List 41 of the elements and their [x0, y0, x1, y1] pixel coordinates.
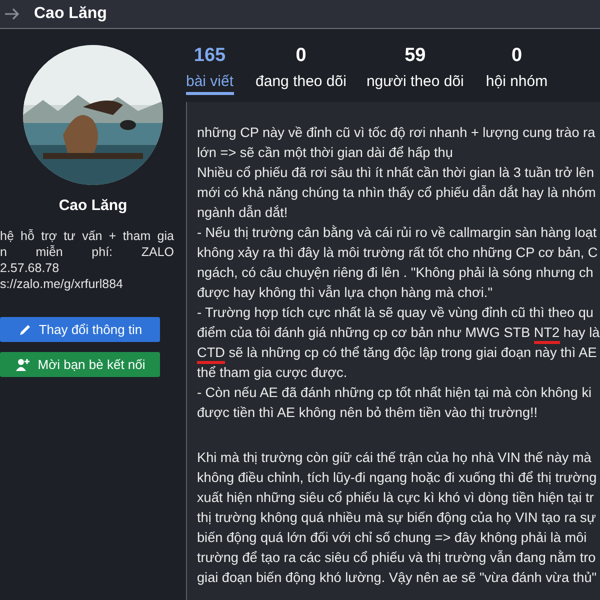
post-text: mới có khả năng chúng ta nhìn thấy cổ phiếu dẫn dắt hay là nhóm: [197, 184, 596, 202]
post-text: ngành dẫn dắt!: [197, 204, 288, 222]
stat-count: 0: [296, 45, 306, 67]
post-text: được tiền thì AE không nên bỏ thêm tiền vào thị trường!!: [197, 404, 538, 422]
post-text: giai đoạn biến động khó lường. Vậy nên ae sẽ "vừa đánh vừa thủ": [197, 569, 597, 587]
post-text: trường để tạo ra các siêu cổ phiếu và thị trường vẫn đang nằm tro: [197, 549, 596, 567]
bio-text: s://zalo.me/g/xrfurl884: [0, 276, 124, 292]
post-text: - Trường hợp tích cực nhất là sẽ quay về vùng đỉnh cũ thì theo qu: [197, 304, 594, 322]
post-text: không xảy ra thì đây là môi trường rất tốt cho những CP cơ bản, C: [197, 244, 598, 262]
post-text: điểm của tôi đánh giá những cp cơ bản như MWG STB NT2 hay là: [197, 324, 600, 344]
post-text: ngách, có câu chuyện riêng đi lên . "Không phải là sóng nhưng ch: [197, 264, 594, 282]
post-text: những CP này về đỉnh cũ vì tốc độ rơi nhanh + lượng cung trào ra: [197, 124, 596, 142]
post-text: thị trường không quá nhiều mà sự biến động của họ VIN tạo ra sự: [197, 509, 596, 527]
stat-tab[interactable]: bài viết: [186, 73, 234, 95]
profile-name: Cao Lăng: [58, 197, 128, 214]
stat-tab[interactable]: đang theo dõi: [256, 73, 346, 95]
add-user-icon: [14, 358, 31, 372]
edit-profile-button[interactable]: Thay đổi thông tin: [0, 317, 160, 342]
page-title: Cao Lăng: [34, 5, 107, 23]
post-text: Nhiều cổ phiếu đã rơi sâu thì ít nhất cần thời gian là 3 tuần trở lên: [197, 164, 594, 182]
post-text: thể tham gia cược được.: [197, 364, 348, 382]
stat-count: 59: [404, 45, 426, 67]
stat-count: 0: [511, 45, 522, 67]
bio-text: 2.57.68.78: [0, 260, 60, 276]
post-text: CTD sẽ là những cp có thể tăng độc lập trong giai đoạn này thì AE: [197, 344, 597, 364]
post-text: lớn => sẽ cần một thời gian dài để hấp thụ: [197, 144, 453, 162]
stat-count: 165: [194, 45, 226, 67]
pencil-icon: [18, 322, 32, 336]
post-text: - Còn nếu AE đã đánh những cp tốt nhất hiện tại mà còn không ki: [197, 384, 592, 402]
bio-text: hệ hỗ trợ tư vấn + tham gia: [0, 228, 174, 244]
post-text: không điều chỉnh, tích lũy-đi ngang hoặc đi xuống thì để thị trường: [197, 469, 597, 487]
stat-tab[interactable]: người theo dõi: [366, 73, 464, 95]
bio-text: n miễn phí: ZALO: [0, 244, 174, 260]
invite-friends-button[interactable]: Mời bạn bè kết nối: [0, 352, 160, 377]
post-text: biến động quá lớn đối với chỉ số chung => đây không phải là môi: [197, 529, 587, 547]
back-arrow-icon[interactable]: [4, 8, 20, 20]
post-text: xuất hiện những siêu cổ phiếu là cực kì khó vì dòng tiền hiện tại tr: [197, 489, 594, 507]
post-text: - Nếu thị trường cân bằng và cái rủi ro về callmargin sàn hàng loạt: [197, 224, 597, 242]
stat-tab[interactable]: hội nhóm: [486, 73, 548, 95]
post-text: được hay không thì vẫn lựa chọn hàng mà chơi.": [197, 284, 493, 302]
post-text: Khi mà thị trường còn giữ cái thế trận của họ nhà VIN thế này mà: [197, 449, 592, 467]
